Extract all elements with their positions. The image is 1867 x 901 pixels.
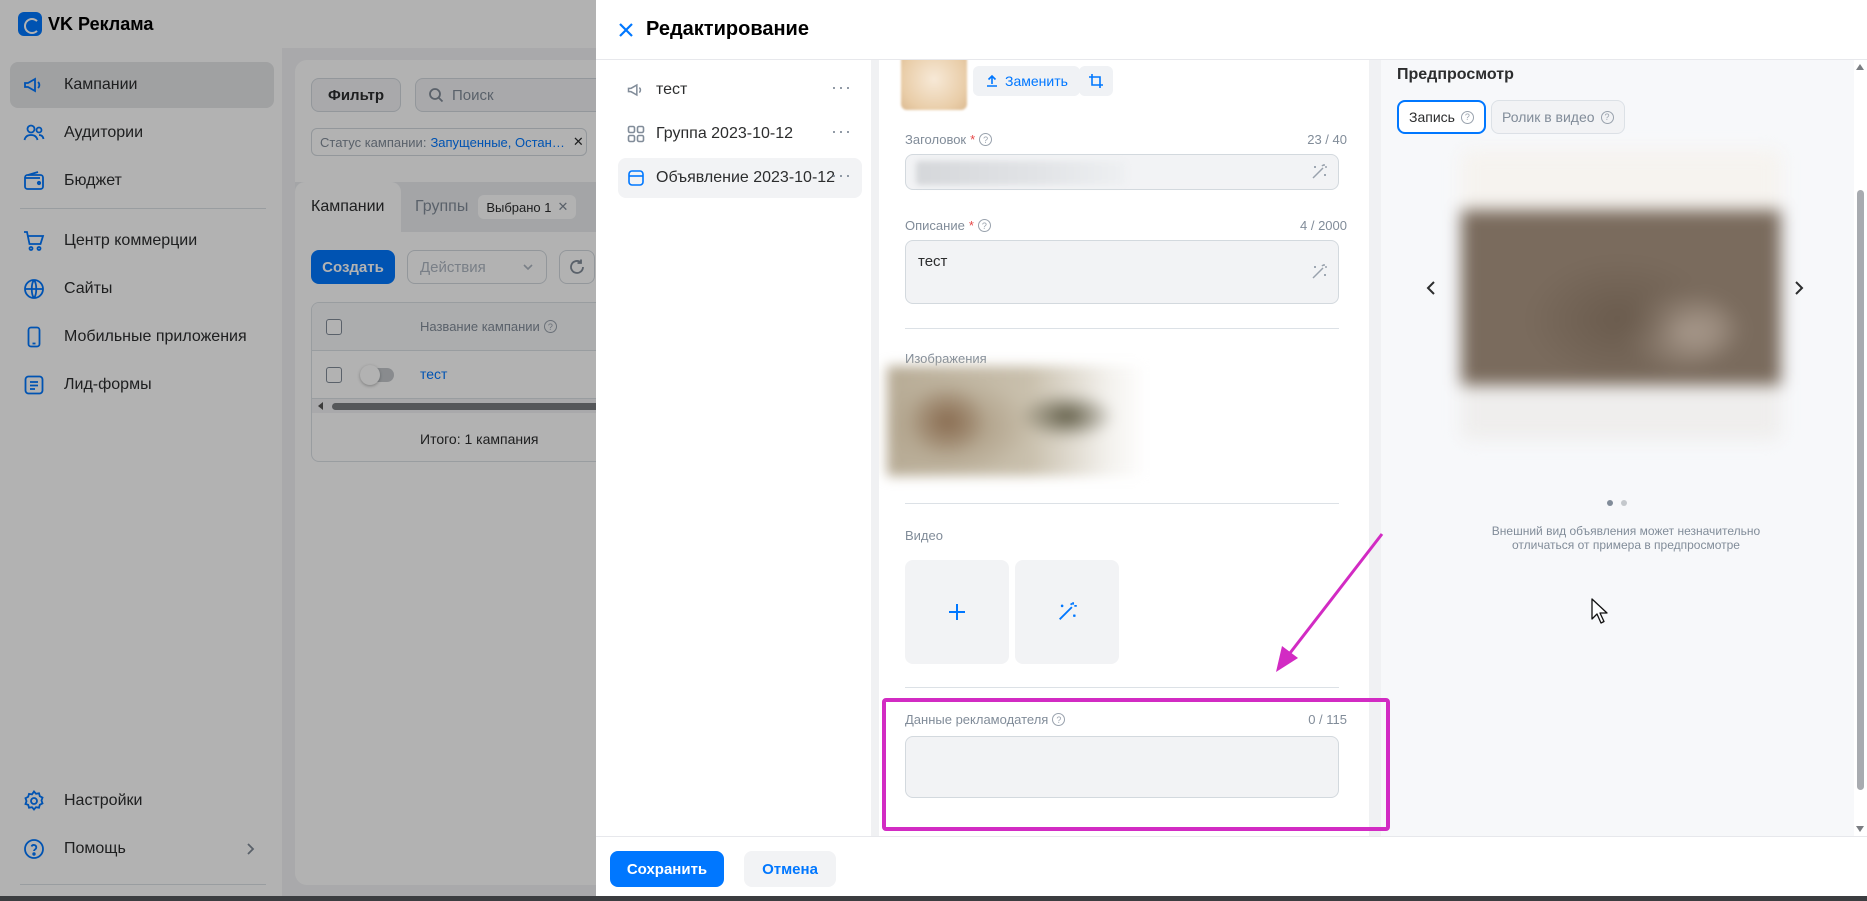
section-divider [905, 687, 1339, 688]
tab-label: Ролик в видео [1502, 109, 1595, 125]
more-icon[interactable]: ··· [831, 166, 852, 184]
tree-item-ad[interactable]: Объявление 2023-10-12 ··· [618, 158, 862, 198]
help-icon[interactable]: ? [1460, 110, 1474, 124]
save-button[interactable]: Сохранить [610, 851, 724, 887]
panel-header: Редактирование [596, 0, 1867, 60]
images-preview[interactable] [887, 366, 1147, 476]
advertiser-label: Данные рекламодателя ? [905, 712, 1066, 727]
headline-counter: 23 / 40 [1307, 132, 1347, 147]
tree-item-label: Объявление 2023-10-12 [656, 169, 836, 186]
upload-icon [987, 74, 997, 87]
add-video-button[interactable] [905, 560, 1009, 664]
crop-button[interactable] [1079, 66, 1113, 96]
magic-wand-icon[interactable] [1310, 163, 1328, 181]
help-icon[interactable]: ? [1052, 713, 1066, 726]
required-mark: * [970, 132, 976, 147]
tree-item-campaign[interactable]: тест ··· [618, 70, 862, 110]
replace-button[interactable]: Заменить [973, 66, 1080, 96]
headline-label-text: Заголовок [905, 132, 967, 147]
preview-note: Внешний вид объявления может незначитель… [1491, 524, 1761, 552]
description-value: тест [918, 253, 948, 270]
edit-panel: Редактирование тест ··· Группа 2023-10-1… [596, 0, 1867, 901]
headline-label: Заголовок * ? [905, 132, 993, 147]
plus-icon [949, 604, 965, 620]
more-icon[interactable]: ··· [831, 78, 852, 96]
help-icon[interactable]: ? [977, 219, 991, 232]
carousel-dot[interactable] [1607, 500, 1613, 506]
mouse-cursor-icon [1591, 598, 1608, 624]
cancel-button[interactable]: Отмена [744, 851, 836, 887]
description-input[interactable]: тест [905, 240, 1339, 304]
tab-post-preview[interactable]: Запись ? [1397, 100, 1486, 134]
structure-tree: тест ··· Группа 2023-10-12 ··· Объявлени… [596, 60, 871, 836]
replace-label: Заменить [1005, 73, 1068, 89]
megaphone-icon [627, 83, 642, 97]
description-label: Описание * ? [905, 218, 991, 233]
carousel-dot[interactable] [1621, 500, 1627, 506]
headline-input[interactable] [905, 154, 1339, 190]
section-divider [905, 328, 1339, 329]
crop-icon [1089, 74, 1103, 88]
help-icon[interactable]: ? [1600, 110, 1614, 124]
logo-thumbnail [901, 60, 967, 110]
preview-title: Предпросмотр [1397, 66, 1514, 83]
tree-item-group[interactable]: Группа 2023-10-12 ··· [618, 114, 862, 154]
chevron-right-icon[interactable] [1789, 278, 1809, 298]
magic-wand-icon[interactable] [1310, 263, 1328, 281]
required-mark: * [968, 218, 974, 233]
headline-value-blurred [916, 161, 1126, 185]
form-column: Заменить Заголовок * ? 23 / 40 Описание … [871, 60, 1863, 836]
description-label-text: Описание [905, 218, 965, 233]
tree-item-label: Группа 2023-10-12 [656, 125, 793, 142]
preview-pane: Предпросмотр Запись ? Ролик в видео ? Вн… [1381, 60, 1863, 836]
grid-icon [627, 125, 645, 143]
section-divider [905, 503, 1339, 504]
carousel-dots [1607, 500, 1627, 506]
more-icon[interactable]: ··· [831, 122, 852, 140]
advertiser-data-input[interactable] [905, 736, 1339, 798]
help-icon[interactable]: ? [979, 133, 993, 146]
window-bottom-edge [0, 896, 1867, 901]
scrollbar-thumb[interactable] [1857, 190, 1864, 790]
panel-footer: Сохранить Отмена [596, 836, 1867, 901]
generate-video-button[interactable] [1015, 560, 1119, 664]
advertiser-label-text: Данные рекламодателя [905, 712, 1049, 727]
close-icon[interactable] [614, 18, 638, 42]
magic-wand-icon [1059, 602, 1077, 620]
panel-title: Редактирование [646, 18, 809, 40]
tab-label: Запись [1409, 109, 1455, 125]
ad-card-icon [628, 170, 644, 186]
scroll-up-icon[interactable] [1856, 64, 1864, 70]
ad-preview-card [1461, 150, 1781, 440]
tree-item-label: тест [656, 81, 688, 98]
description-counter: 4 / 2000 [1300, 218, 1347, 233]
advertiser-counter: 0 / 115 [1308, 712, 1347, 727]
video-label: Видео [905, 528, 943, 543]
ad-form: Заменить Заголовок * ? 23 / 40 Описание … [879, 60, 1369, 836]
tab-video-preview[interactable]: Ролик в видео ? [1491, 100, 1625, 134]
scroll-down-icon[interactable] [1856, 826, 1864, 832]
chevron-left-icon[interactable] [1421, 278, 1441, 298]
vertical-scrollbar[interactable] [1854, 60, 1867, 836]
images-label: Изображения [905, 351, 987, 366]
